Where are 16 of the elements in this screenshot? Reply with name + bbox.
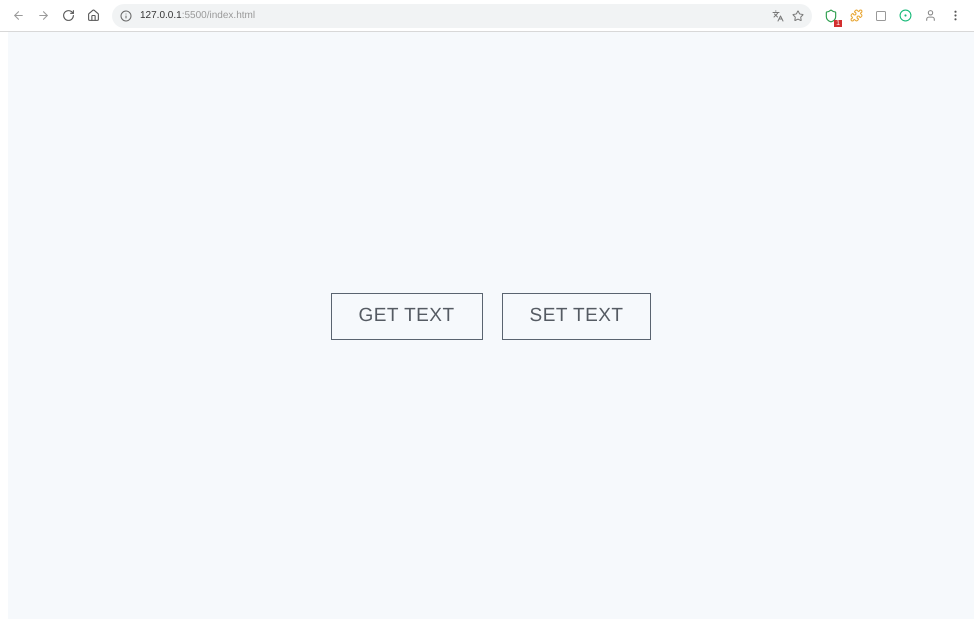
back-icon[interactable] (12, 9, 25, 22)
forward-icon[interactable] (37, 9, 50, 22)
puzzle-icon[interactable] (850, 9, 863, 22)
text-button[interactable]: GET TEXT (330, 293, 483, 340)
extension-icon[interactable] (899, 9, 912, 22)
text-button[interactable]: SET TEXT (502, 293, 652, 340)
address-bar[interactable]: 127.0.0.1:5500/index.html (112, 4, 812, 28)
profile-icon[interactable] (924, 9, 937, 22)
shield-icon[interactable] (824, 8, 838, 22)
info-icon (120, 10, 132, 22)
url-text: 127.0.0.1:5500/index.html (140, 9, 256, 23)
extension-icon[interactable] (875, 10, 887, 22)
translate-icon[interactable] (772, 10, 784, 22)
reload-icon[interactable] (62, 9, 75, 22)
home-icon[interactable] (87, 9, 100, 22)
star-icon[interactable] (792, 10, 804, 22)
